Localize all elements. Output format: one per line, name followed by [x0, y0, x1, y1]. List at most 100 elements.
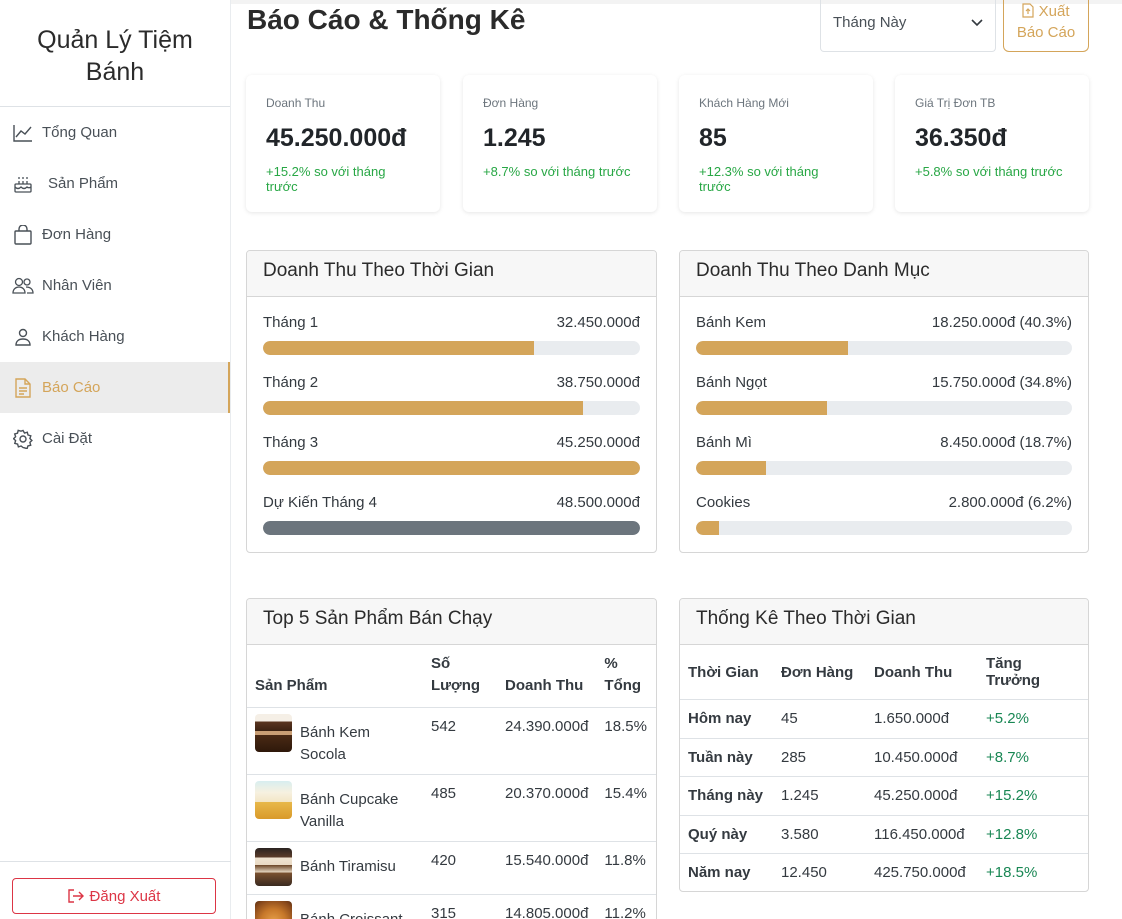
stat-value: 85: [699, 124, 727, 152]
period-revenue: 10.450.000đ: [866, 738, 978, 777]
sidebar-item-label: Khách Hàng: [42, 328, 125, 345]
product-name: Bánh Kem Socola: [300, 724, 371, 763]
period-name: Hôm nay: [680, 699, 773, 739]
logout-button[interactable]: Đăng Xuất: [12, 878, 216, 914]
sidebar-item-reports[interactable]: Báo Cáo: [0, 362, 230, 413]
progress-fill: [263, 401, 584, 415]
sidebar-item-orders[interactable]: Đơn Hàng: [0, 209, 230, 260]
progress-track: [263, 401, 640, 415]
progress-fill: [696, 521, 720, 535]
progress-track: [696, 521, 1072, 535]
product-revenue: 20.370.000đ: [497, 774, 597, 842]
progress-track: [696, 401, 1072, 415]
period-name: Năm nay: [680, 853, 773, 891]
gear-icon: [12, 428, 34, 450]
revenue-by-category-card: Doanh Thu Theo Danh Mục Bánh Kem 18.250.0…: [679, 250, 1089, 553]
sidebar-item-products[interactable]: Sản Phẩm: [0, 158, 230, 209]
time-stats-table: Thời Gian Đơn Hàng Doanh Thu Tăng Trưởng…: [680, 645, 1088, 891]
row-label: Bánh Kem: [696, 314, 767, 331]
row-value: 48.500.000đ: [556, 494, 640, 511]
progress-fill: [263, 521, 640, 535]
revenue-row-forecast: Dự Kiến Tháng 4 48.500.000đ: [263, 494, 640, 552]
stat-label: Doanh Thu: [266, 96, 326, 110]
stat-change: +5.8% so với tháng trước: [915, 164, 1063, 179]
period-revenue: 116.450.000đ: [866, 815, 978, 854]
col-header-revenue: Doanh Thu: [497, 645, 597, 708]
category-row: Bánh Kem 18.250.000đ (40.3%): [696, 314, 1072, 374]
row-value: 32.450.000đ: [556, 314, 640, 331]
table-row[interactable]: Năm nay 12.450 425.750.000đ +18.5%: [680, 853, 1088, 891]
product-thumbnail-croissant: [255, 901, 292, 919]
cake-icon: [12, 173, 34, 195]
row-value: 15.750.000đ (34.8%): [931, 374, 1072, 391]
product-qty: 485: [423, 774, 497, 842]
progress-track: [263, 341, 640, 355]
brand: Quản Lý Tiệm Bánh: [0, 0, 230, 107]
stat-card-revenue: Doanh Thu 45.250.000đ +15.2% so với thán…: [246, 75, 440, 212]
sidebar-item-label: Cài Đặt: [42, 430, 93, 447]
sidebar-item-label: Sản Phẩm: [48, 175, 119, 192]
col-header-percent: % Tổng: [596, 645, 656, 708]
table-row[interactable]: Bánh Kem Socola 542 24.390.000đ 18.5%: [247, 707, 656, 775]
row-label: Tháng 3: [263, 434, 319, 451]
stat-card-avg-order: Giá Trị Đơn TB 36.350đ +5.8% so với thán…: [895, 75, 1089, 212]
row-value: 18.250.000đ (40.3%): [931, 314, 1072, 331]
chevron-down-icon: [971, 19, 983, 27]
brand-title: Quản Lý Tiệm Bánh: [37, 26, 193, 86]
revenue-row: Tháng 3 45.250.000đ: [263, 434, 640, 494]
row-value: 2.800.000đ (6.2%): [948, 494, 1072, 511]
sidebar-item-settings[interactable]: Cài Đặt: [0, 413, 230, 464]
progress-fill: [263, 341, 535, 355]
sidebar-nav: Tổng Quan Sản Phẩm Đơn Hàng Nhân Viên Kh…: [0, 107, 230, 464]
stat-change: +12.3% so với tháng trước: [699, 164, 819, 194]
logout-icon: [67, 889, 84, 903]
period-growth: +8.7%: [978, 738, 1088, 777]
period-orders: 1.245: [773, 776, 866, 816]
table-row[interactable]: Tháng này 1.245 45.250.000đ +15.2%: [680, 776, 1088, 816]
stat-label: Giá Trị Đơn TB: [915, 96, 996, 110]
product-percent: 15.4%: [596, 774, 656, 842]
row-value: 38.750.000đ: [556, 374, 640, 391]
card-title: Thống Kê Theo Thời Gian: [680, 599, 1088, 645]
sidebar-item-customers[interactable]: Khách Hàng: [0, 311, 230, 362]
export-label-line1: Xuất: [1038, 3, 1070, 20]
stat-change: +15.2% so với tháng trước: [266, 164, 386, 194]
shopping-bag-icon: [12, 224, 34, 246]
table-row[interactable]: Bánh Cupcake Vanilla 485 20.370.000đ 15.…: [247, 774, 656, 842]
sidebar-item-overview[interactable]: Tổng Quan: [0, 107, 230, 158]
row-label: Cookies: [696, 494, 751, 511]
table-row[interactable]: Bánh Tiramisu 420 15.540.000đ 11.8%: [247, 841, 656, 895]
period-select[interactable]: Tháng Này: [820, 0, 996, 52]
page-title: Báo Cáo & Thống Kê: [247, 4, 526, 35]
product-percent: 18.5%: [596, 707, 656, 775]
sidebar: Quản Lý Tiệm Bánh Tổng Quan Sản Phẩm Đơn…: [0, 0, 231, 919]
table-row[interactable]: Bánh Croissant 315 14.805.000đ 11.2%: [247, 894, 656, 919]
period-orders: 285: [773, 738, 866, 777]
col-header-qty: Số Lượng: [423, 645, 497, 708]
file-export-icon: [1022, 3, 1035, 18]
table-row[interactable]: Hôm nay 45 1.650.000đ +5.2%: [680, 699, 1088, 739]
period-growth: +5.2%: [978, 699, 1088, 739]
period-orders: 3.580: [773, 815, 866, 854]
progress-track: [263, 461, 640, 475]
stat-value: 36.350đ: [915, 124, 1007, 152]
product-qty: 315: [423, 894, 497, 919]
table-row[interactable]: Quý này 3.580 116.450.000đ +12.8%: [680, 815, 1088, 854]
product-name: Bánh Croissant: [300, 903, 403, 919]
sidebar-item-label: Tổng Quan: [42, 124, 118, 141]
export-report-button[interactable]: Xuất Báo Cáo: [1003, 0, 1089, 52]
stat-value: 45.250.000đ: [266, 124, 407, 152]
sidebar-item-employees[interactable]: Nhân Viên: [0, 260, 230, 311]
people-icon: [12, 275, 34, 297]
col-header-orders: Đơn Hàng: [773, 645, 866, 700]
period-orders: 45: [773, 699, 866, 739]
card-title: Doanh Thu Theo Danh Mục: [680, 251, 1088, 297]
row-label: Dự Kiến Tháng 4: [263, 494, 378, 511]
row-label: Tháng 2: [263, 374, 319, 391]
col-header-growth: Tăng Trưởng: [978, 645, 1088, 700]
revenue-row: Tháng 2 38.750.000đ: [263, 374, 640, 434]
category-row: Bánh Mì 8.450.000đ (18.7%): [696, 434, 1072, 494]
sidebar-item-label: Đơn Hàng: [42, 226, 112, 243]
sidebar-item-label: Nhân Viên: [42, 277, 112, 294]
table-row[interactable]: Tuần này 285 10.450.000đ +8.7%: [680, 738, 1088, 777]
